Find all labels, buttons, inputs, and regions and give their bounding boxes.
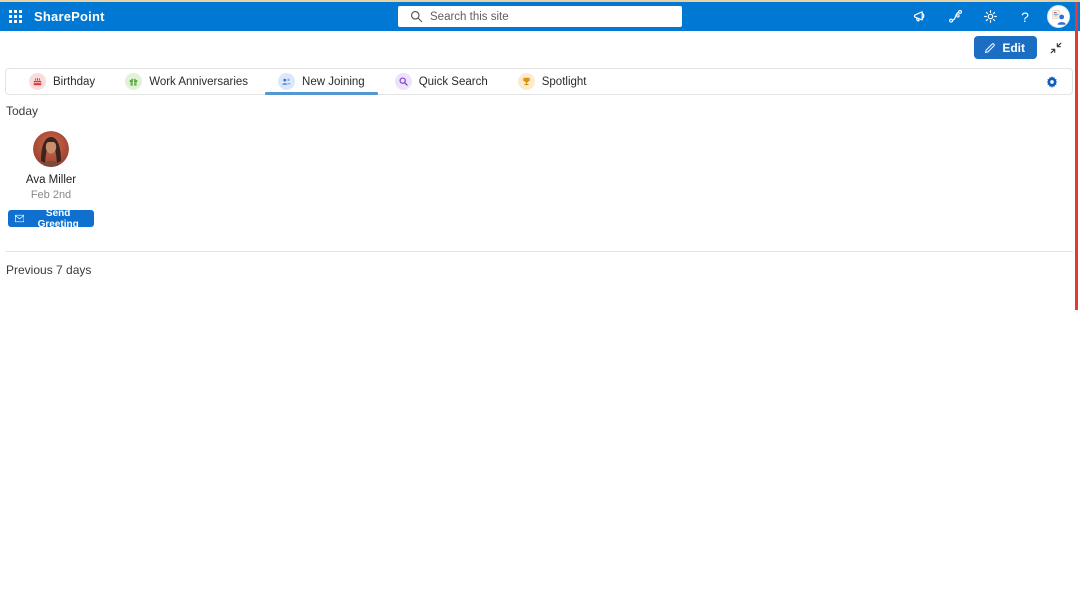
tab-birthday[interactable]: Birthday	[14, 69, 110, 94]
exit-fullscreen-icon[interactable]	[1046, 38, 1066, 58]
app-launcher-waffle-icon[interactable]	[0, 2, 30, 31]
tab-quick-search[interactable]: Quick Search	[380, 69, 503, 94]
birthday-cake-icon	[29, 73, 46, 90]
flow-icon[interactable]	[942, 4, 968, 30]
person-avatar-photo[interactable]	[33, 131, 69, 167]
section-divider	[6, 251, 1073, 252]
tab-spotlight[interactable]: Spotlight	[503, 69, 602, 94]
tab-label: Quick Search	[419, 76, 488, 88]
account-avatar[interactable]	[1047, 5, 1070, 28]
app-name[interactable]: SharePoint	[34, 9, 105, 24]
suite-icons: ?	[907, 4, 1070, 30]
tab-new-joining[interactable]: New Joining	[263, 69, 380, 94]
trophy-icon	[518, 73, 535, 90]
edit-button[interactable]: Edit	[974, 36, 1037, 59]
people-icon	[278, 73, 295, 90]
megaphone-icon[interactable]	[907, 4, 933, 30]
person-card: Ava Miller Feb 2nd Send Greeting	[8, 131, 94, 227]
magnifier-icon	[395, 73, 412, 90]
previous-section-label: Previous 7 days	[6, 263, 1073, 277]
send-greeting-label: Send Greeting	[29, 208, 87, 230]
settings-gear-icon[interactable]	[977, 4, 1003, 30]
send-greeting-button[interactable]: Send Greeting	[8, 210, 94, 227]
main-content: Today Ava Miller Feb 2nd	[0, 95, 1080, 277]
tab-work-anniversaries[interactable]: Work Anniversaries	[110, 69, 263, 94]
search-input[interactable]	[430, 11, 660, 23]
tab-label: Spotlight	[542, 76, 587, 88]
tab-label: New Joining	[302, 76, 365, 88]
webpart-settings-gear-icon[interactable]	[1045, 75, 1059, 89]
help-icon[interactable]: ?	[1012, 4, 1038, 30]
person-date: Feb 2nd	[31, 189, 71, 201]
envelope-icon	[15, 214, 24, 223]
pencil-icon	[984, 42, 996, 54]
tab-label: Birthday	[53, 76, 95, 88]
site-search-box[interactable]	[398, 6, 682, 27]
search-icon	[410, 10, 423, 23]
recording-border-line	[1075, 2, 1078, 310]
waffle-grid	[9, 10, 22, 23]
webpart-tab-strip: Birthday Work Anniversaries New Joining	[5, 68, 1073, 95]
gift-icon	[125, 73, 142, 90]
command-toolbar: Edit	[0, 31, 1080, 64]
person-name: Ava Miller	[26, 174, 76, 186]
suite-bar: SharePoint	[0, 2, 1080, 31]
today-section-label: Today	[6, 104, 1073, 118]
tab-label: Work Anniversaries	[149, 76, 248, 88]
edit-button-label: Edit	[1002, 41, 1025, 55]
